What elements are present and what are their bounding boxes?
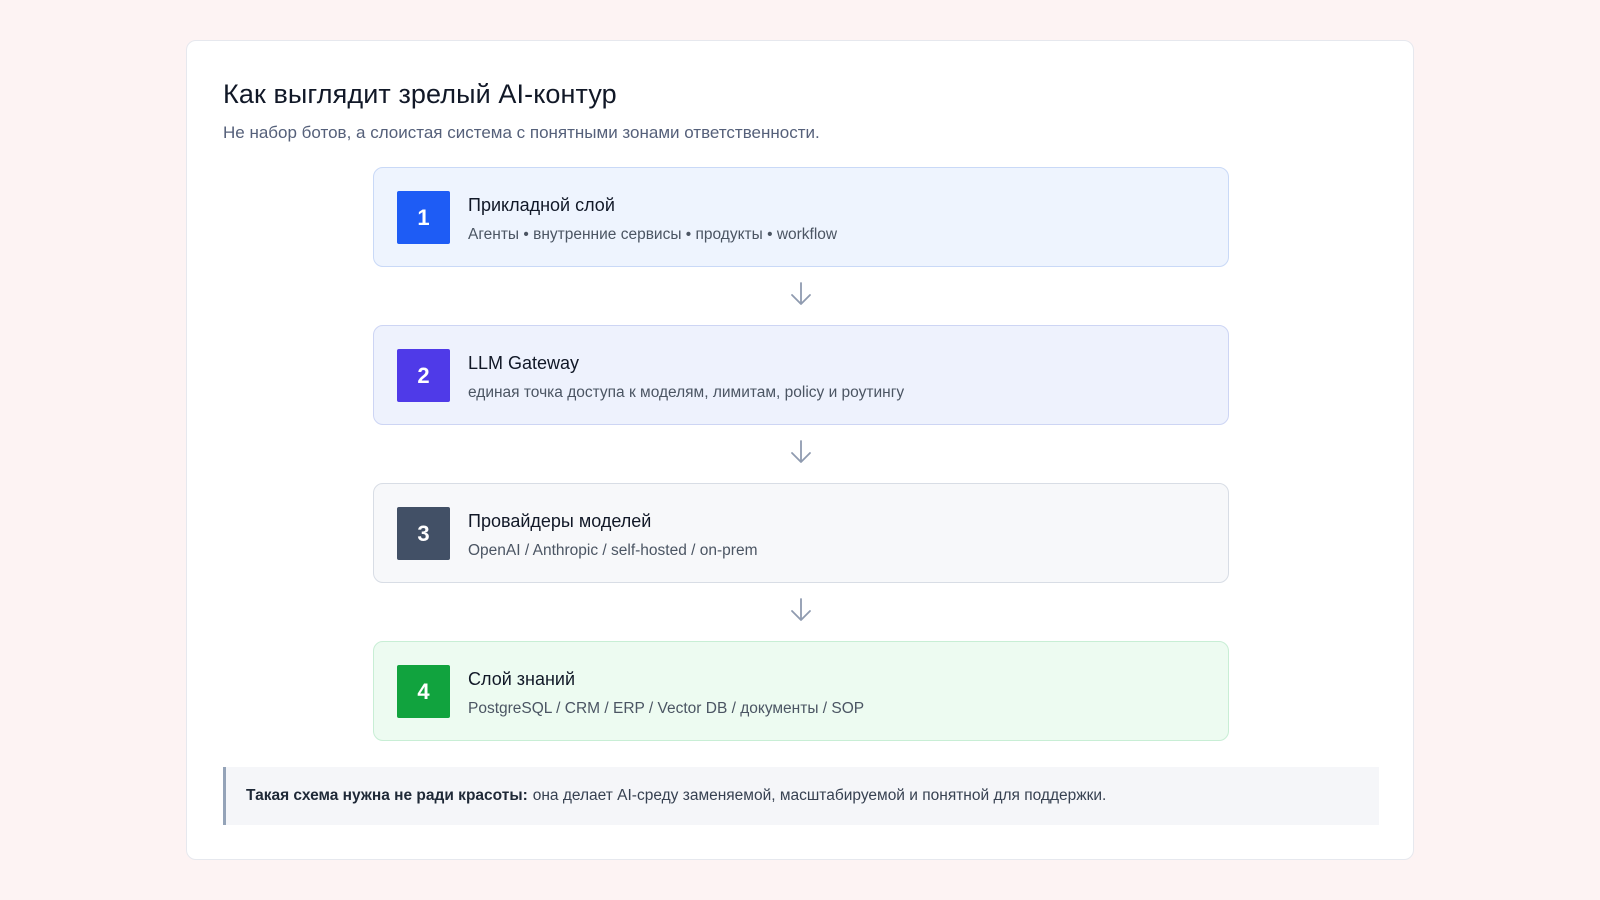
layer-description: Агенты • внутренние сервисы • продукты •… — [468, 226, 838, 243]
layer-title: Прикладной слой — [468, 195, 615, 215]
layer-number-badge: 3 — [397, 507, 450, 560]
layer-card-model-providers: 3 Провайдеры моделей OpenAI / Anthropic … — [373, 483, 1229, 583]
layer-description: OpenAI / Anthropic / self-hosted / on-pr… — [468, 542, 758, 559]
layer-card-application: 1 Прикладной слой Агенты • внутренние се… — [373, 167, 1229, 267]
layer-card-llm-gateway: 2 LLM Gateway единая точка доступа к мод… — [373, 325, 1229, 425]
arrow-down-icon — [791, 282, 811, 305]
callout-note: Такая схема нужна не ради красоты: она д… — [223, 767, 1379, 825]
layer-title: Провайдеры моделей — [468, 511, 652, 531]
layer-number-badge: 4 — [397, 665, 450, 718]
layer-title: Слой знаний — [468, 669, 576, 689]
arrow-down-icon — [791, 440, 811, 463]
content-card: Как выглядит зрелый AI-контур Не набор б… — [186, 40, 1414, 860]
layer-card-knowledge: 4 Слой знаний PostgreSQL / CRM / ERP / V… — [373, 641, 1229, 741]
callout-text: она делает AI-среду заменяемой, масштаби… — [532, 787, 1107, 804]
layer-description: PostgreSQL / CRM / ERP / Vector DB / док… — [468, 700, 865, 717]
layer-number-badge: 2 — [397, 349, 450, 402]
page-title: Как выглядит зрелый AI-контур — [223, 79, 617, 109]
layer-number-badge: 1 — [397, 191, 450, 244]
layer-description: единая точка доступа к моделям, лимитам,… — [468, 384, 905, 401]
callout-emphasis: Такая схема нужна не ради красоты: — [246, 787, 528, 804]
arrow-down-icon — [791, 598, 811, 621]
page-subtitle: Не набор ботов, а слоистая система с пон… — [223, 123, 820, 142]
layer-title: LLM Gateway — [468, 353, 580, 373]
